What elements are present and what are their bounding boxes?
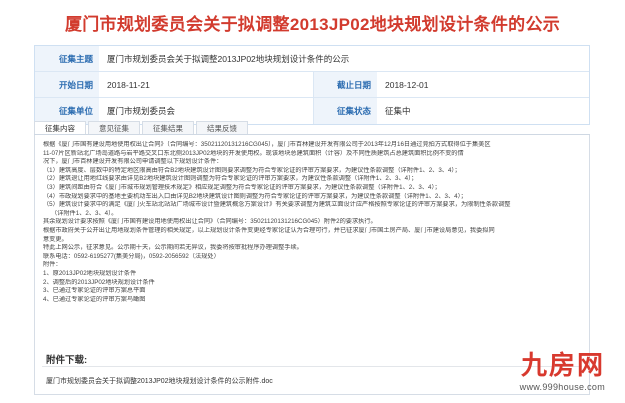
subject-value: 厦门市规划委员会关于拟调整2013JP02地块规划设计条件的公示 xyxy=(107,53,350,64)
content-line: 其余规划设计要求按照《厦门市国有建设用地使用权出让合同》（合同编号：350211… xyxy=(43,218,377,226)
tab-bar: 征集内容 意见征集 征集结果 结果反馈 xyxy=(34,121,590,135)
tab-content[interactable]: 征集内容 xyxy=(34,121,86,134)
content-line: （2）建筑退让用地红线要求由详见B2地块建筑设计图则调整为符合专家论证的评审方案… xyxy=(43,175,418,183)
content-line: 况下，厦门市百林建设开发有限公司申请调整以下规划设计条件： xyxy=(43,158,223,166)
content-line: （5）建筑设计要求中的满足《厦门火车站北站站广场城市设计暨建筑概念方案设计》有关… xyxy=(43,201,511,209)
info-row-subject: 征集主题 厦门市规划委员会关于拟调整2013JP02地块规划设计条件的公示 xyxy=(35,46,589,72)
attachment-item: 3、已通过专家论证的评审方案总平面 xyxy=(43,287,146,295)
content-line: 联系电话：0592-6195277(集美分局)，0592-2056592（法规处… xyxy=(43,252,220,260)
attachment-item: 2、调整后的2013JP02地块规划设计条件 xyxy=(43,278,155,286)
watermark-logo: 九房网 xyxy=(520,351,605,381)
content-line: 根据市政府关于公开出让用地规划条件管理的相关规定，以上规划设计条件变更经专家论证… xyxy=(43,226,495,234)
content-line: （1）建筑高度、层数中的特定地区限高由符合B2地块建筑设计图则要求调整为符合专家… xyxy=(43,166,461,174)
start-date-value: 2018-11-21 xyxy=(107,79,150,90)
subject-label: 征集主题 xyxy=(35,46,99,71)
content-line: 附件： xyxy=(43,261,62,269)
tab-opinion[interactable]: 意见征集 xyxy=(88,121,140,134)
content-line: （3）建筑间距由符合《厦门市城市规划管理技术规定》相应规定调整为符合专家论证的评… xyxy=(43,183,441,191)
tab-result[interactable]: 征集结果 xyxy=(142,121,194,134)
info-row-dates: 开始日期 2018-11-21 截止日期 2018-12-01 xyxy=(35,72,589,98)
content-line: 意变更。 xyxy=(43,235,68,243)
end-date-value: 2018-12-01 xyxy=(385,79,429,90)
watermark: 九房网 www.999house.com xyxy=(520,352,605,392)
page-title: 厦门市规划委员会关于拟调整2013JP02地块规划设计条件的公示 xyxy=(64,15,561,34)
content-line: （4）市政规划要求中的基地主要机动车出入口由详见B2地块建筑设计图则调整为符合专… xyxy=(43,192,467,200)
content-panel: 根据《厦门市国有建设用地使用权出让合同》（合同编号：35021120131216… xyxy=(34,135,590,395)
divider xyxy=(42,366,582,367)
watermark-url: www.999house.com xyxy=(519,382,605,392)
download-file-link[interactable]: 厦门市规划委员会关于拟调整2013JP02地块规划设计条件的公示附件.doc xyxy=(46,376,273,386)
attachment-item: 1、原2013JP02地块规划设计条件 xyxy=(43,269,137,277)
attachment-item: 4、已通过专家论证的评审方案鸟瞰图 xyxy=(43,295,146,303)
content-line: （详附件1、2、3、4）。 xyxy=(51,209,118,217)
info-table: 征集主题 厦门市规划委员会关于拟调整2013JP02地块规划设计条件的公示 开始… xyxy=(34,45,590,125)
start-date-label: 开始日期 xyxy=(35,72,99,97)
download-title: 附件下载: xyxy=(46,355,88,366)
content-line: 11-07片区新站北广场岛道路与岩平路交叉口东北侧2013JP02地块的开发使用… xyxy=(43,149,464,157)
content-line: 根据《厦门市国有建设用地使用权出让合同》（合同编号：35021120131216… xyxy=(43,141,491,148)
end-date-label: 截止日期 xyxy=(313,72,377,97)
content-line: 特此上网公示，征求意见。公示期十天，公示期间若无异议，我委将按审批程序办理调整手… xyxy=(43,244,303,252)
tab-feedback[interactable]: 结果反馈 xyxy=(196,121,248,134)
